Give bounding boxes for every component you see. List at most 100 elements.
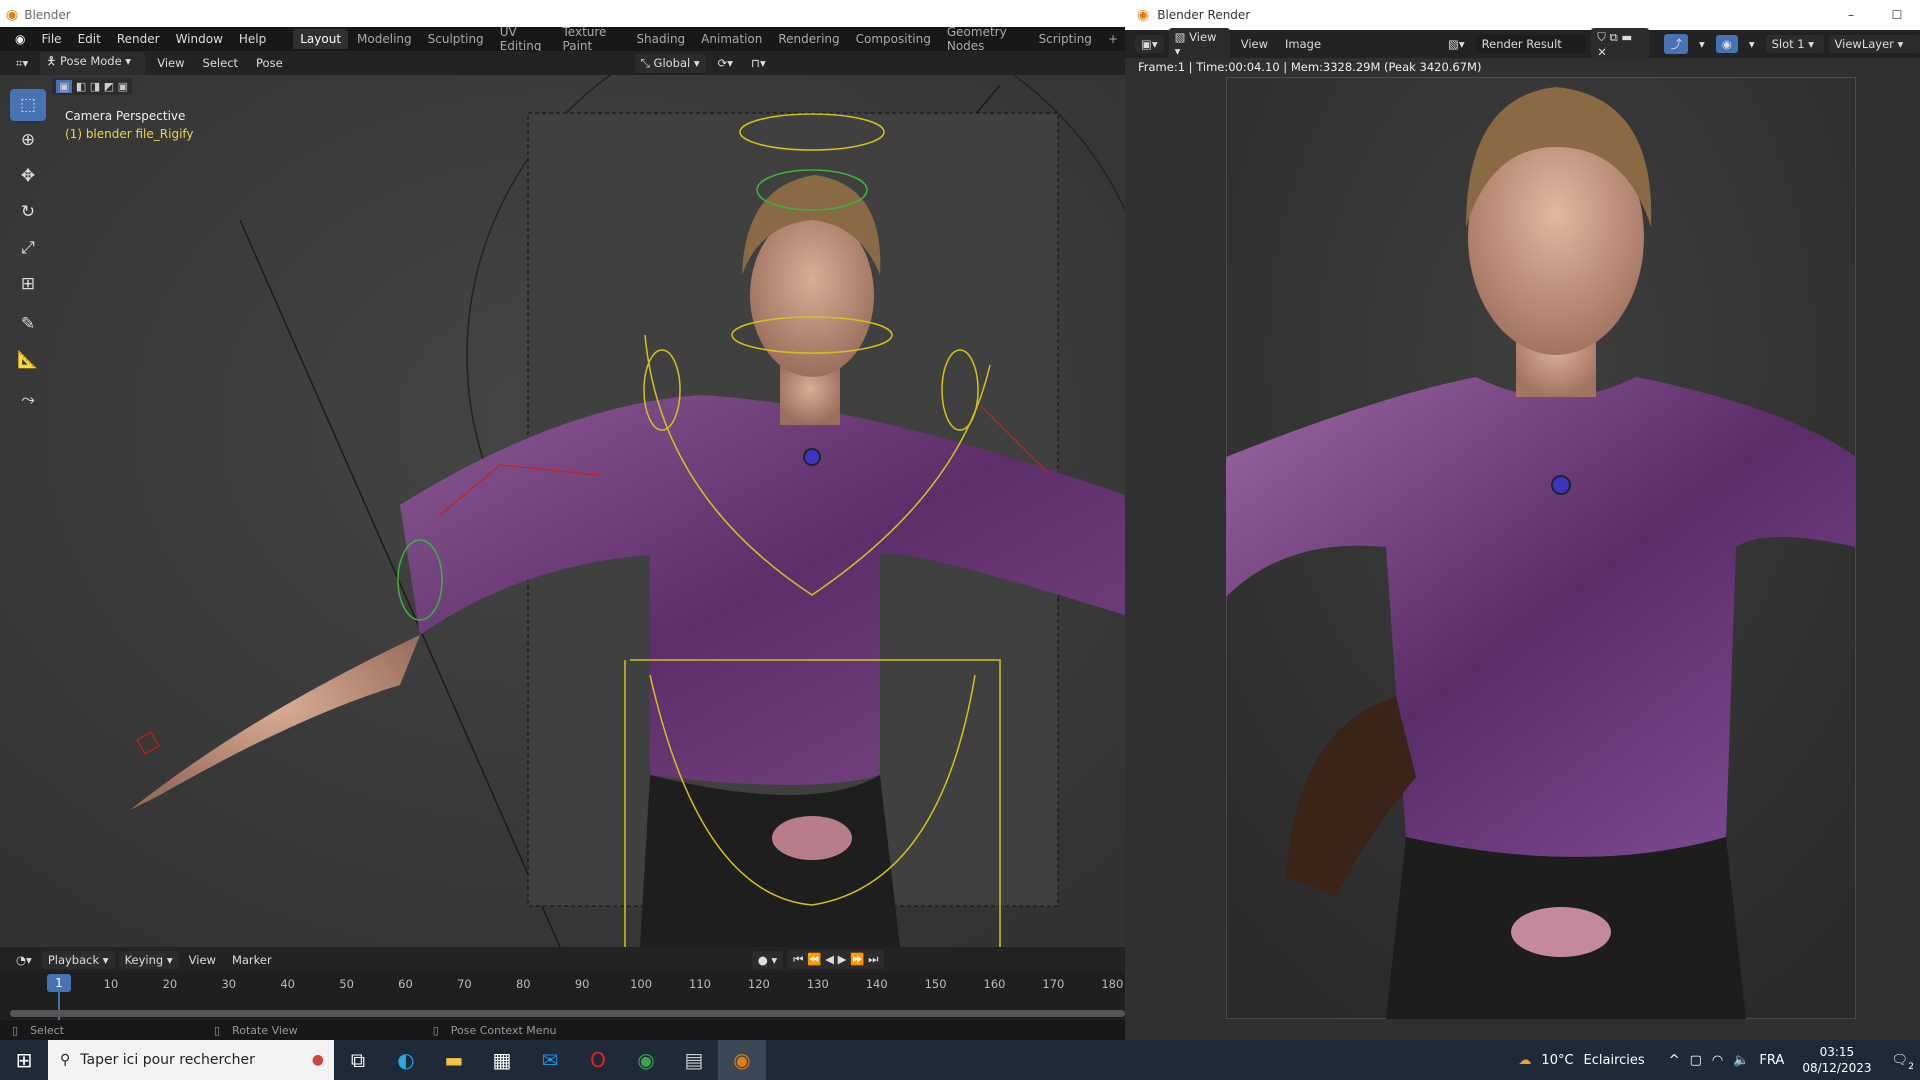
file-explorer-icon[interactable]: ▬ [430,1040,478,1080]
minimize-button[interactable]: – [1828,8,1874,22]
language-indicator[interactable]: FRA [1759,1053,1784,1068]
menu-render[interactable]: Render [110,29,167,49]
blender-taskbar-icon[interactable]: ◉ [718,1040,766,1080]
frame-tick-label: 140 [865,977,888,991]
mode-dropdown[interactable]: 🯅 Pose Mode ▾ [40,51,146,75]
edge-icon[interactable]: ◐ [382,1040,430,1080]
mouse-middle-icon: ▯ [214,1023,221,1037]
tab-compositing[interactable]: Compositing [849,29,938,49]
overlay-dropdown[interactable]: ▾ [1743,35,1761,53]
volume-icon[interactable]: 🔈 [1733,1053,1749,1068]
render-result-image[interactable] [1226,77,1856,1019]
image-editor-header: ▣▾ ▧ View ▾ View Image ▧▾ Render Result … [1125,27,1920,61]
weather-desc[interactable]: Eclaircies [1584,1053,1645,1068]
wifi-icon[interactable]: ◠ [1712,1053,1723,1068]
rotate-tool-icon[interactable]: ↻ [10,196,46,228]
measure-tool-icon[interactable]: 📐 [10,344,46,376]
menu-help[interactable]: Help [232,29,273,49]
timeline-editor-icon[interactable]: ◔▾ [10,951,38,969]
transform-tool-icon[interactable]: ⊞ [10,268,46,300]
cursor-tool-icon[interactable]: ⊕ [10,124,46,156]
tab-layout[interactable]: Layout [293,29,349,49]
3d-viewport[interactable]: ⬚ ⊕ ✥ ↻ ⤢ ⊞ ✎ 📐 ⤳ ▣ ◧ ◨ ◩ ▣ Camera Persp… [0,75,1125,947]
orientation-dropdown[interactable]: ⤡ Global ▾ [634,53,706,73]
menu-file[interactable]: File [34,29,68,49]
render-window-title: Blender Render [1157,8,1251,22]
task-view-icon[interactable]: ⧉ [334,1040,382,1080]
chevron-up-icon[interactable]: ^ [1669,1053,1680,1068]
gizmo-dropdown[interactable]: ▾ [1693,35,1711,53]
menu-pose[interactable]: Pose [250,54,289,72]
pose-tool-icon[interactable]: ⤳ [10,384,46,416]
menu-select[interactable]: Select [197,54,244,72]
tab-rendering[interactable]: Rendering [771,29,846,49]
search-box[interactable]: ⚲ Taper ici pour rechercher ● [48,1040,334,1080]
maximize-button[interactable]: ☐ [1874,8,1920,22]
blender-menu-icon[interactable]: ◉ [8,29,32,49]
opera-icon[interactable]: O [574,1040,622,1080]
weather-temp[interactable]: 10°C [1541,1053,1573,1068]
weather-icon[interactable]: ☁ [1518,1053,1531,1068]
record-button[interactable]: ● ▾ [751,950,784,969]
frame-tick-label: 90 [574,977,590,991]
notification-count: 2 [1908,1061,1914,1072]
tab-animation[interactable]: Animation [694,29,769,49]
timeline-view-menu[interactable]: View [183,951,222,969]
gizmo-toggle[interactable]: ⤴ [1664,34,1688,54]
start-button[interactable]: ⊞ [0,1040,48,1080]
add-workspace-button[interactable]: + [1101,29,1125,49]
frame-tick-label: 80 [515,977,531,991]
menu-view[interactable]: View [1235,35,1274,53]
menu-image[interactable]: Image [1279,35,1327,53]
image-actions[interactable]: ⛉ ⧉ ▬ ✕ [1591,27,1650,61]
mail-icon[interactable]: ✉ [526,1040,574,1080]
clock-date: 08/12/2023 [1802,1061,1872,1075]
app-icon[interactable]: ▤ [670,1040,718,1080]
pivot-icon[interactable]: ⟳▾ [712,54,739,72]
timeline-ruler[interactable]: 1 10 20 30 40 50 60 70 80 90 100 110 120 130 140 150 16… [0,972,1125,1020]
move-tool-icon[interactable]: ✥ [10,160,46,192]
keying-dropdown[interactable]: Keying ▾ [118,950,179,969]
search-placeholder: Taper ici pour rechercher [80,1052,255,1068]
image-browse-icon[interactable]: ▧▾ [1442,35,1471,53]
tab-modeling[interactable]: Modeling [350,29,419,49]
image-name-field[interactable]: Render Result [1475,35,1587,53]
scale-tool-icon[interactable]: ⤢ [10,232,46,264]
clock[interactable]: 03:15 08/12/2023 [1802,1044,1871,1076]
editor-type-icon[interactable]: ⌗▾ [10,54,34,73]
timeline-marker-menu[interactable]: Marker [226,951,278,969]
timeline-scrollbar[interactable] [10,1010,1125,1017]
tab-shading[interactable]: Shading [629,29,692,49]
top-menubar: ◉ File Edit Render Window Help Layout Mo… [0,25,1125,53]
editor-type-icon[interactable]: ▣▾ [1135,35,1164,53]
status-rotate-view: Rotate View [232,1023,298,1037]
notifications-icon[interactable]: 🗨 2 [1891,1053,1914,1072]
playback-dropdown[interactable]: Playback ▾ [41,950,115,969]
tab-scripting[interactable]: Scripting [1032,29,1099,49]
view-layer-dropdown[interactable]: ViewLayer ▾ [1828,35,1920,53]
render-window: ◉ Blender Render – ☐ ▣▾ ▧ View ▾ View Im… [1125,0,1920,1040]
view-mode-dropdown[interactable]: ▧ View ▾ [1168,28,1230,60]
slot-dropdown[interactable]: Slot 1 ▾ [1765,35,1824,53]
slot-label: Slot 1 [1771,37,1805,51]
overlay-toggle[interactable]: ◉ [1715,35,1738,53]
windows-taskbar: ⊞ ⚲ Taper ici pour rechercher ● ⧉ ◐ ▬ ▦ … [0,1040,1920,1080]
frame-tick-label: 70 [457,977,472,991]
window-title: Blender [24,8,71,22]
store-icon[interactable]: ▦ [478,1040,526,1080]
status-bar: ▯ Select ▯ Rotate View ▯ Pose Context Menu [0,1020,1125,1040]
meet-icon[interactable]: ▢ [1690,1053,1702,1068]
snap-icon[interactable]: ⊓▾ [745,54,772,72]
menu-window[interactable]: Window [169,29,230,49]
playback-controls[interactable]: ⏮ ⏪ ◀ ▶ ⏩ ⏭ [787,950,885,969]
annotate-tool-icon[interactable]: ✎ [10,308,46,340]
selection-mode-buttons[interactable]: ▣ ◧ ◨ ◩ ▣ [52,78,132,95]
render-window-titlebar: ◉ Blender Render – ☐ [1125,0,1920,30]
current-frame-indicator[interactable]: 1 [47,974,71,992]
select-box-tool-icon[interactable]: ⬚ [10,89,46,121]
tab-sculpting[interactable]: Sculpting [421,29,491,49]
status-select: Select [30,1023,64,1037]
menu-edit[interactable]: Edit [71,29,108,49]
chrome-icon[interactable]: ◉ [622,1040,670,1080]
menu-view[interactable]: View [151,54,190,72]
